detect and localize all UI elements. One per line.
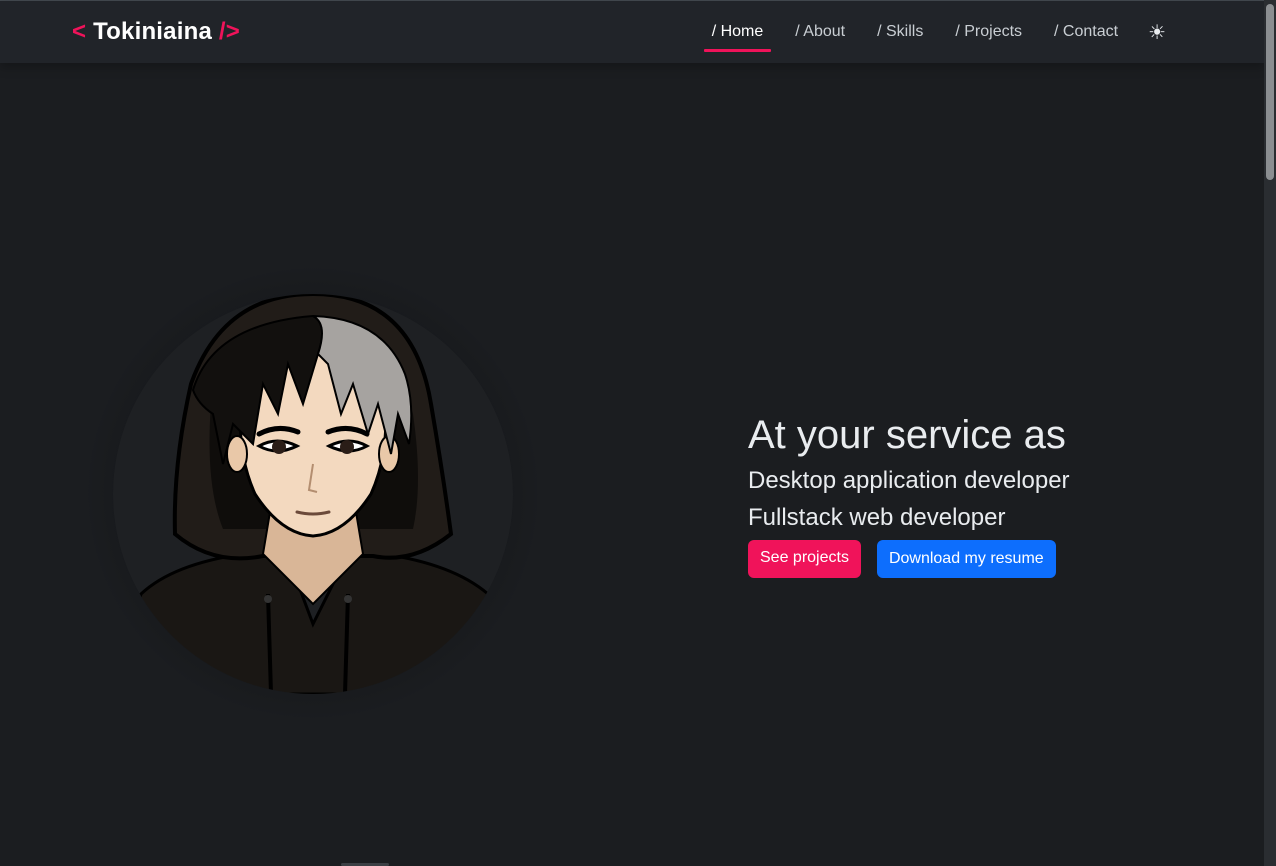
download-resume-button[interactable]: Download my resume bbox=[876, 540, 1056, 578]
brand-open-bracket: < bbox=[72, 18, 87, 45]
vertical-scrollbar[interactable] bbox=[1264, 0, 1276, 866]
avatar bbox=[113, 294, 513, 694]
avatar-illustration bbox=[113, 294, 513, 694]
see-projects-button[interactable]: See projects bbox=[748, 540, 861, 578]
hero-title: At your service as bbox=[748, 413, 1066, 457]
nav-about[interactable]: / About bbox=[779, 1, 861, 63]
navbar: < Tokiniaina /> / Home / About / Skills … bbox=[0, 1, 1264, 63]
main-nav: / Home / About / Skills / Projects / Con… bbox=[703, 1, 1166, 63]
nav-skills[interactable]: / Skills bbox=[861, 1, 939, 63]
nav-home[interactable]: / Home bbox=[703, 1, 772, 63]
hero-section: At your service as Desktop application d… bbox=[748, 412, 1070, 578]
hero-role-fullstack: Fullstack web developer bbox=[748, 504, 1006, 531]
page: < Tokiniaina /> / Home / About / Skills … bbox=[0, 0, 1276, 866]
nav-contact[interactable]: / Contact bbox=[1038, 1, 1134, 63]
brand-name: Tokiniaina bbox=[93, 18, 212, 45]
brand-logo[interactable]: < Tokiniaina /> bbox=[72, 18, 240, 46]
hero-role-desktop: Desktop application developer bbox=[748, 467, 1070, 494]
hero-actions: See projects Download my resume bbox=[748, 540, 1070, 578]
scrollbar-thumb[interactable] bbox=[1266, 4, 1274, 180]
brand-close-bracket: /> bbox=[218, 18, 240, 45]
nav-projects[interactable]: / Projects bbox=[939, 1, 1038, 63]
sun-icon[interactable]: ☀ bbox=[1134, 1, 1166, 63]
